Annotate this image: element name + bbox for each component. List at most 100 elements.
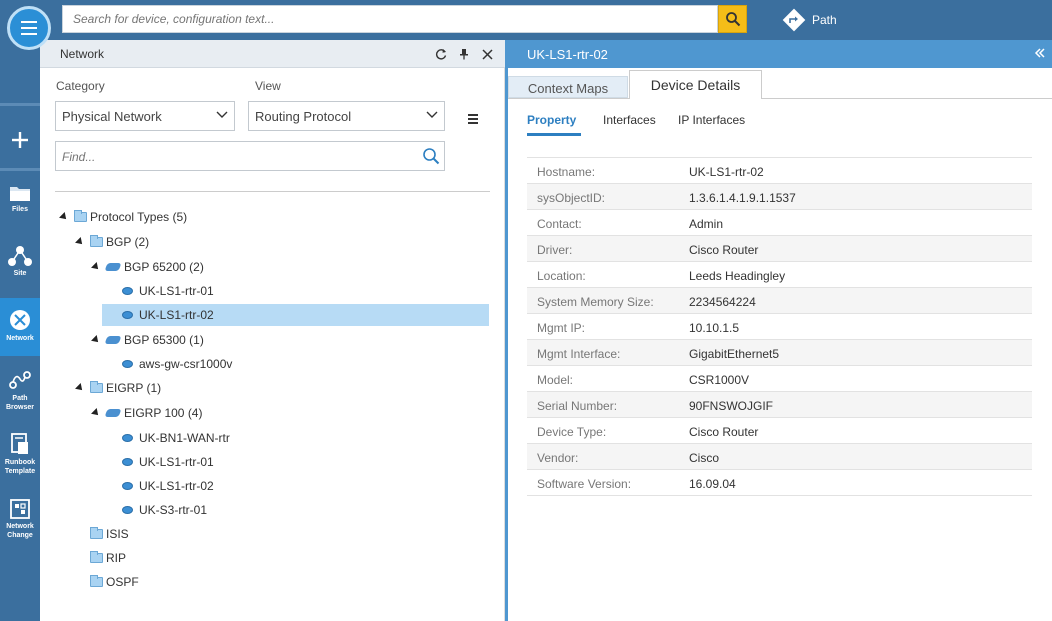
tree-node-eigrp[interactable]: EIGRP (1) [75, 377, 161, 399]
path-button[interactable]: Path [782, 8, 837, 32]
property-value: 1.3.6.1.4.1.9.1.1537 [689, 191, 796, 205]
view-options-icon[interactable] [468, 112, 478, 126]
rail-network[interactable]: Network [0, 298, 40, 356]
search-icon[interactable] [422, 147, 440, 165]
folder-icon [90, 551, 103, 563]
property-key: Hostname: [537, 165, 596, 179]
category-value: Physical Network [62, 109, 162, 124]
folder-icon [90, 575, 103, 587]
protocol-cloud-icon [104, 409, 122, 417]
subtab-property[interactable]: Property [527, 113, 576, 127]
property-key: Driver: [537, 243, 573, 257]
property-value: UK-LS1-rtr-02 [689, 165, 764, 179]
category-label: Category [56, 79, 105, 93]
property-row: Contact: Admin [527, 210, 1032, 236]
subtab-interfaces[interactable]: Interfaces [603, 113, 656, 127]
property-value: 90FNSWOJGIF [689, 399, 774, 413]
tree-node-bgp-65200[interactable]: BGP 65200 (2) [91, 256, 204, 278]
property-key: Model: [537, 373, 574, 387]
runbook-icon [11, 433, 28, 454]
rail-add[interactable] [0, 120, 40, 160]
expanded-triangle-icon[interactable] [75, 383, 85, 393]
main-menu-button[interactable] [7, 6, 51, 50]
category-select[interactable]: Physical Network [55, 101, 235, 131]
global-search-input[interactable] [73, 12, 707, 26]
rail-path-browser-label2: Browser [5, 404, 34, 411]
search-button[interactable] [718, 5, 747, 33]
pane-splitter[interactable] [505, 40, 508, 621]
path-browser-icon [9, 371, 31, 389]
tab-device-details[interactable]: Device Details [629, 70, 762, 99]
global-search-box[interactable] [62, 5, 718, 33]
tree-node-device[interactable]: UK-LS1-rtr-01 [122, 280, 489, 302]
view-label: View [255, 79, 281, 93]
tree-node-ospf[interactable]: OSPF [90, 571, 139, 593]
tree-node-device-selected[interactable]: UK-LS1-rtr-02 [102, 304, 489, 326]
find-box[interactable] [55, 141, 445, 172]
tree-node-label: UK-LS1-rtr-01 [139, 455, 214, 469]
tree-node-device[interactable]: aws-gw-csr1000v [122, 353, 232, 375]
property-row: Device Type: Cisco Router [527, 418, 1032, 444]
tree-node-label: BGP (2) [106, 235, 150, 249]
rail-network-change[interactable]: Network Change [0, 494, 40, 546]
tree-node-label: UK-BN1-WAN-rtr [139, 431, 230, 445]
tree-node-device[interactable]: UK-BN1-WAN-rtr [122, 427, 230, 449]
property-key: sysObjectID: [537, 191, 606, 205]
expanded-triangle-icon[interactable] [59, 212, 69, 222]
property-row: Model: CSR1000V [527, 366, 1032, 392]
refresh-icon[interactable] [434, 47, 448, 61]
tree-node-rip[interactable]: RIP [90, 547, 126, 569]
property-value: 16.09.04 [689, 477, 736, 491]
tree-node-device[interactable]: UK-LS1-rtr-01 [122, 451, 214, 473]
device-title: UK-LS1-rtr-02 [527, 47, 608, 62]
rail-runbook-label1: Runbook [4, 459, 36, 466]
tab-context-maps[interactable]: Context Maps [508, 76, 628, 98]
property-value: Cisco Router [689, 243, 759, 257]
folder-icon [10, 187, 30, 201]
property-value: CSR1000V [689, 373, 750, 387]
property-key: Software Version: [537, 477, 632, 491]
close-icon[interactable] [480, 47, 494, 61]
tree-node-bgp[interactable]: BGP (2) [75, 231, 150, 253]
property-row: System Memory Size: 2234564224 [527, 288, 1032, 314]
expanded-triangle-icon[interactable] [91, 335, 101, 345]
property-row: Software Version: 16.09.04 [527, 470, 1032, 496]
rail-files[interactable]: Files [0, 174, 40, 230]
tree-node-device[interactable]: UK-S3-rtr-01 [122, 499, 207, 521]
pin-icon[interactable] [457, 47, 471, 61]
tree-node-label: ISIS [106, 527, 129, 541]
property-value: Cisco [689, 451, 720, 465]
folder-icon [90, 527, 103, 539]
view-select[interactable]: Routing Protocol [248, 101, 445, 131]
rail-site[interactable]: Site [0, 238, 40, 294]
tree-node-label: EIGRP 100 (4) [124, 406, 203, 420]
tree-node-label: RIP [106, 551, 127, 565]
expanded-triangle-icon[interactable] [91, 408, 101, 418]
property-value: Admin [689, 217, 724, 231]
rail-separator [0, 103, 40, 106]
tree-node-eigrp-100[interactable]: EIGRP 100 (4) [91, 402, 203, 424]
rail-path-browser[interactable]: Path Browser [0, 366, 40, 418]
property-value: Cisco Router [689, 425, 759, 439]
expanded-triangle-icon[interactable] [75, 237, 85, 247]
property-row: sysObjectID: 1.3.6.1.4.1.9.1.1537 [527, 184, 1032, 210]
tree-node-label: UK-S3-rtr-01 [139, 503, 208, 517]
tree-node-bgp-65300[interactable]: BGP 65300 (1) [91, 329, 204, 351]
tree-node-protocol-types[interactable]: Protocol Types (5) [59, 206, 187, 228]
property-row: Serial Number: 90FNSWOJGIF [527, 392, 1032, 418]
tree-node-device[interactable]: UK-LS1-rtr-02 [122, 475, 214, 497]
router-icon [122, 434, 133, 442]
rail-runbook-template[interactable]: Runbook Template [0, 428, 40, 482]
expanded-triangle-icon[interactable] [91, 262, 101, 272]
property-key: Contact: [537, 217, 582, 231]
collapse-double-chevron-icon[interactable] [1034, 47, 1046, 62]
router-icon [122, 458, 133, 466]
subtab-ip-interfaces[interactable]: IP Interfaces [678, 113, 745, 127]
tree-node-isis[interactable]: ISIS [90, 523, 129, 545]
path-arrow-icon [782, 8, 806, 32]
tree-node-label: UK-LS1-rtr-02 [139, 479, 214, 493]
folder-icon [90, 381, 103, 393]
property-key: System Memory Size: [537, 295, 654, 309]
property-key: Device Type: [537, 425, 607, 439]
find-input[interactable] [56, 142, 406, 172]
